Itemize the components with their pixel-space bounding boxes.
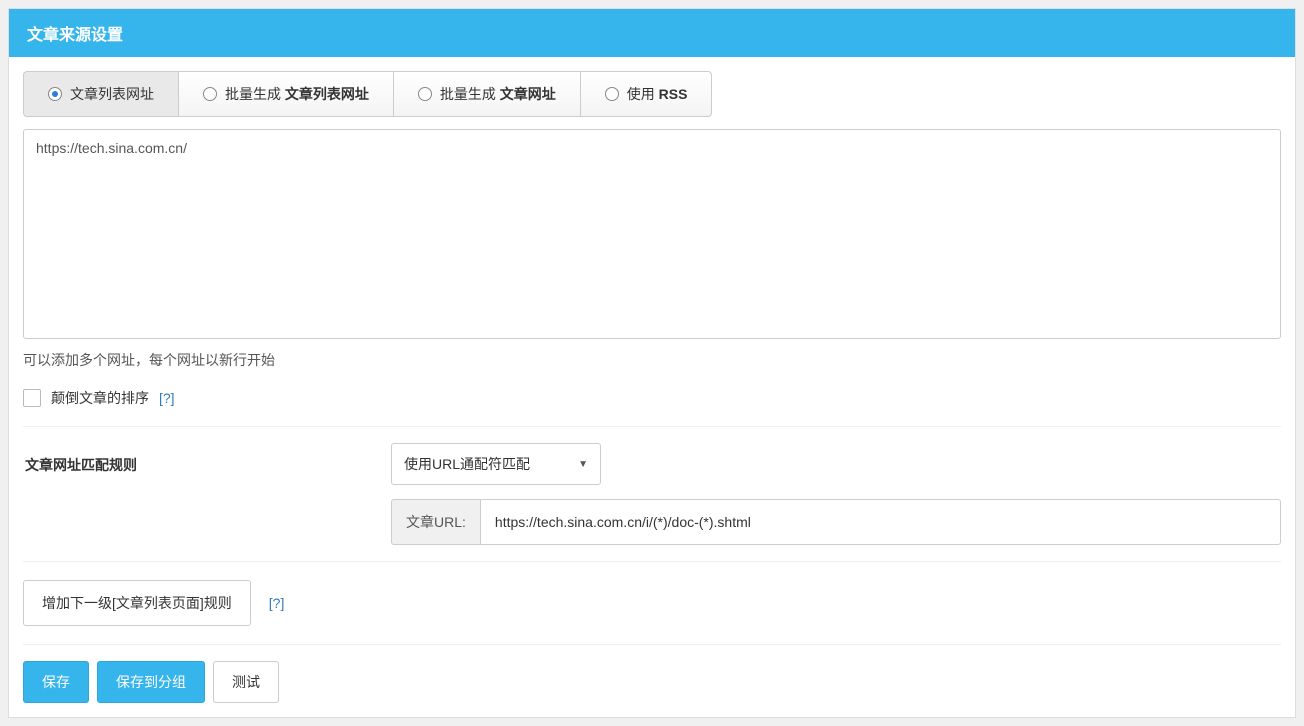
article-url-input-group: 文章URL: xyxy=(391,499,1281,545)
add-rule-row: 增加下一级[文章列表页面]规则 [?] xyxy=(23,561,1281,644)
add-next-level-rule-button[interactable]: 增加下一级[文章列表页面]规则 xyxy=(23,580,251,626)
tab-label: 批量生成 xyxy=(225,86,285,102)
radio-icon xyxy=(203,87,217,101)
tab-label-bold: 文章网址 xyxy=(500,86,556,102)
tab-label-bold: 文章列表网址 xyxy=(285,86,369,102)
url-list-textarea[interactable] xyxy=(23,129,1281,339)
tab-use-rss[interactable]: 使用 RSS xyxy=(580,71,713,117)
panel-title: 文章来源设置 xyxy=(9,9,1295,57)
radio-icon xyxy=(48,87,62,101)
article-source-panel: 文章来源设置 文章列表网址 批量生成 文章列表网址 批量生成 文章网址 使用 R… xyxy=(8,8,1296,718)
reverse-order-checkbox[interactable] xyxy=(23,389,41,407)
input-addon-label: 文章URL: xyxy=(391,499,480,545)
section-label: 文章网址匹配规则 xyxy=(23,443,391,545)
tab-label: 使用 xyxy=(627,86,659,102)
panel-body: 文章列表网址 批量生成 文章列表网址 批量生成 文章网址 使用 RSS 可以添加… xyxy=(9,57,1295,717)
radio-icon xyxy=(418,87,432,101)
help-icon[interactable]: [?] xyxy=(269,595,285,611)
tab-label: 文章列表网址 xyxy=(70,86,154,102)
chevron-down-icon: ▼ xyxy=(578,459,588,470)
section-content: 使用URL通配符匹配 ▼ 文章URL: xyxy=(391,443,1281,545)
tab-article-list-url[interactable]: 文章列表网址 xyxy=(23,71,178,117)
tab-label: 批量生成 xyxy=(440,86,500,102)
tab-batch-list-url[interactable]: 批量生成 文章列表网址 xyxy=(178,71,393,117)
help-icon[interactable]: [?] xyxy=(159,390,175,406)
url-hint-text: 可以添加多个网址，每个网址以新行开始 xyxy=(23,342,1281,388)
footer-actions: 保存 保存到分组 测试 xyxy=(23,644,1281,703)
source-type-tabs: 文章列表网址 批量生成 文章列表网址 批量生成 文章网址 使用 RSS xyxy=(23,71,1281,117)
reverse-order-label: 颠倒文章的排序 xyxy=(51,388,149,408)
radio-icon xyxy=(605,87,619,101)
select-value: 使用URL通配符匹配 xyxy=(404,454,530,474)
tab-batch-article-url[interactable]: 批量生成 文章网址 xyxy=(393,71,580,117)
reverse-order-row: 颠倒文章的排序 [?] xyxy=(23,388,1281,426)
match-type-select[interactable]: 使用URL通配符匹配 ▼ xyxy=(391,443,601,485)
url-match-rule-section: 文章网址匹配规则 使用URL通配符匹配 ▼ 文章URL: xyxy=(23,426,1281,561)
tab-label-bold: RSS xyxy=(659,86,688,102)
article-url-input[interactable] xyxy=(480,499,1281,545)
